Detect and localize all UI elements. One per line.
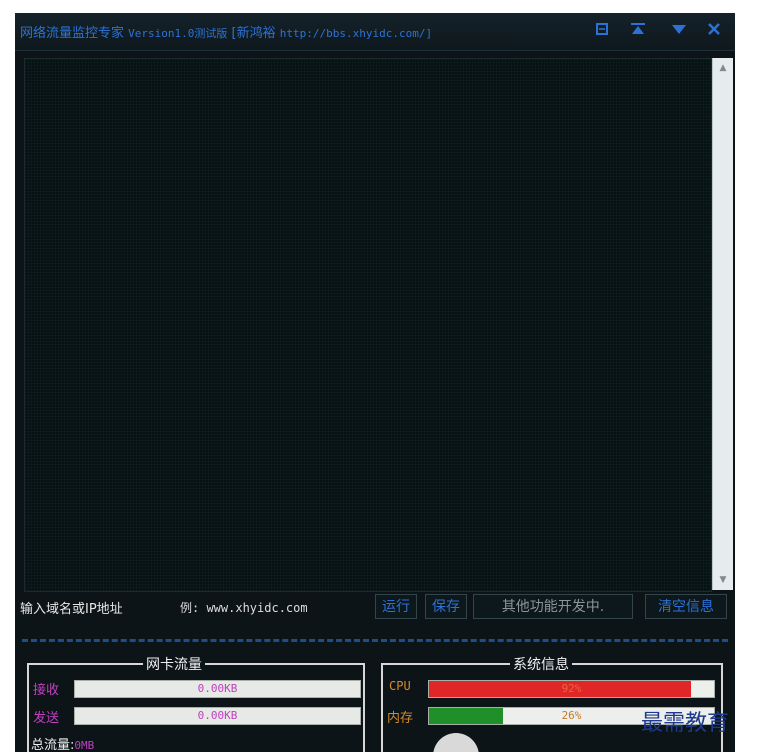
app-window: 网络流量监控专家 Version1.0测试版 [新鸿裕 http://bbs.x… [15, 13, 735, 752]
menu-icon[interactable] [593, 22, 611, 40]
save-button[interactable]: 保存 [425, 594, 467, 619]
run-button[interactable]: 运行 [375, 594, 417, 619]
scroll-up-icon[interactable]: ▲ [713, 60, 733, 76]
watermark-text: 最需教育 [641, 711, 730, 736]
total-traffic-value: 0MB [74, 739, 95, 752]
dropdown-icon[interactable] [670, 22, 688, 40]
other-features-button[interactable]: 其他功能开发中. [473, 594, 633, 619]
cpu-usage-value: 92% [561, 682, 582, 695]
section-divider [22, 639, 728, 642]
title-author: [新鸿裕 [231, 26, 276, 41]
title-bar[interactable]: 网络流量监控专家 Version1.0测试版 [新鸿裕 http://bbs.x… [15, 13, 735, 51]
receive-label: 接收 [33, 683, 60, 698]
title-app-name: 网络流量监控专家 [20, 26, 125, 41]
total-traffic-label-text: 总流量: [31, 738, 75, 752]
title-url: http://bbs.xhyidc.com/] [279, 27, 433, 40]
domain-ip-label: 输入域名或IP地址 [20, 602, 123, 617]
title-version: Version1.0测试版 [128, 27, 228, 40]
close-icon[interactable] [705, 22, 723, 40]
cpu-label: CPU [389, 679, 411, 693]
log-output-area[interactable] [24, 58, 712, 592]
minimize-to-top-icon[interactable] [629, 22, 647, 40]
nic-panel-title: 网卡流量 [143, 654, 205, 674]
domain-ip-example: 例: www.xhyidc.com [180, 601, 308, 615]
nic-traffic-panel: 网卡流量 接收 0.00KB 发送 0.00KB 总流量:0MB [27, 654, 365, 752]
query-bar: 输入域名或IP地址 例: www.xhyidc.com 运行 保存 其他功能开发… [15, 592, 735, 622]
window-title: 网络流量监控专家 Version1.0测试版 [新鸿裕 http://bbs.x… [20, 22, 432, 41]
send-label: 发送 [33, 711, 60, 726]
memory-label: 内存 [387, 711, 414, 726]
system-panel-title: 系统信息 [510, 654, 572, 674]
log-scrollbar[interactable]: ▲ ▼ [712, 58, 733, 590]
clear-info-button[interactable]: 清空信息 [645, 594, 727, 619]
scroll-down-icon[interactable]: ▼ [713, 572, 733, 588]
logo-icon [433, 733, 479, 752]
receive-value: 0.00KB [74, 680, 361, 698]
send-value: 0.00KB [74, 707, 361, 725]
cpu-usage-bar: 92% [428, 680, 715, 698]
total-traffic-label: 总流量:0MB [31, 734, 94, 752]
